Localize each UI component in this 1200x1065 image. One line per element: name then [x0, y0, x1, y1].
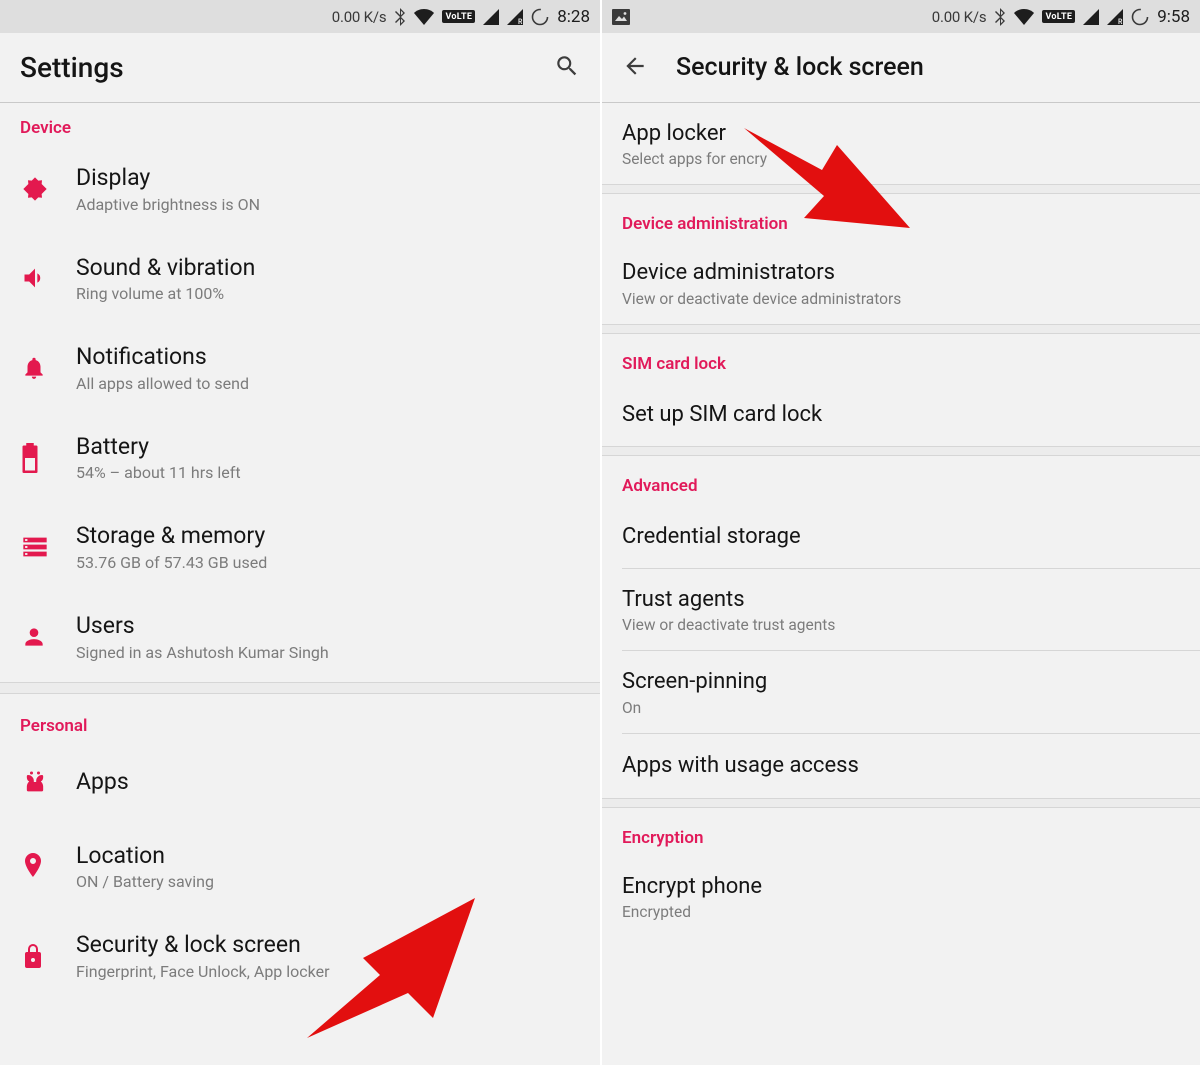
wifi-icon: [414, 9, 434, 25]
page-title: Security & lock screen: [676, 53, 924, 82]
network-speed: 0.00 K/s: [332, 8, 387, 26]
item-title: App locker: [622, 121, 1180, 147]
item-title: Security & lock screen: [76, 931, 582, 959]
section-header-advanced: Advanced: [602, 456, 1200, 504]
item-sub: Adaptive brightness is ON: [76, 195, 582, 214]
item-title: Trust agents: [622, 587, 1180, 613]
item-sub: View or deactivate device administrators: [622, 290, 1180, 308]
item-notifications[interactable]: Notifications All apps allowed to send: [0, 323, 600, 413]
sound-icon: [18, 264, 76, 292]
location-icon: [18, 851, 76, 881]
item-sub: ON / Battery saving: [76, 872, 582, 891]
item-sub: Encrypted: [622, 903, 1180, 921]
bluetooth-icon: [394, 8, 406, 26]
data-circle-icon: [531, 8, 549, 26]
section-header-admin: Device administration: [602, 194, 1200, 242]
section-header-encryption: Encryption: [602, 808, 1200, 856]
back-icon[interactable]: [622, 53, 648, 83]
item-title: Display: [76, 164, 582, 192]
phone-settings: 0.00 K/s VoLTE R 8:28 Settings Device Di…: [0, 0, 600, 1065]
item-trust-agents[interactable]: Trust agents View or deactivate trust ag…: [602, 569, 1200, 650]
wifi-icon: [1014, 9, 1034, 25]
data-circle-icon: [1131, 8, 1149, 26]
item-sub: All apps allowed to send: [76, 374, 582, 393]
item-app-locker[interactable]: App locker Select apps for encry: [602, 103, 1200, 184]
item-title: Notifications: [76, 343, 582, 371]
image-icon: [612, 9, 630, 25]
item-sub: 53.76 GB of 57.43 GB used: [76, 553, 582, 572]
item-security[interactable]: Security & lock screen Fingerprint, Face…: [0, 911, 600, 1001]
item-usage-access[interactable]: Apps with usage access: [602, 734, 1200, 798]
item-sound[interactable]: Sound & vibration Ring volume at 100%: [0, 234, 600, 324]
volte-badge: VoLTE: [442, 10, 475, 23]
security-header: Security & lock screen: [602, 33, 1200, 103]
clock: 9:58: [1157, 7, 1190, 27]
item-encrypt-phone[interactable]: Encrypt phone Encrypted: [602, 856, 1200, 937]
item-title: Storage & memory: [76, 522, 582, 550]
item-sub: Select apps for encry: [622, 150, 1180, 168]
storage-icon: [18, 534, 76, 560]
display-icon: [18, 175, 76, 203]
apps-icon: [18, 768, 76, 796]
lock-icon: [18, 942, 76, 970]
item-sub: Signed in as Ashutosh Kumar Singh: [76, 643, 582, 662]
item-title: Encrypt phone: [622, 874, 1180, 900]
screenshot-pair: 0.00 K/s VoLTE R 8:28 Settings Device Di…: [0, 0, 1200, 1065]
item-title: Users: [76, 612, 582, 640]
item-title: Sound & vibration: [76, 254, 582, 282]
item-sub: View or deactivate trust agents: [622, 616, 1180, 634]
volte-badge: VoLTE: [1042, 10, 1075, 23]
item-title: Screen-pinning: [622, 669, 1180, 695]
status-bar: 0.00 K/s VoLTE R 9:58: [602, 0, 1200, 33]
item-title: Location: [76, 842, 582, 870]
group-divider: [602, 324, 1200, 334]
item-battery[interactable]: Battery 54% – about 11 hrs left: [0, 413, 600, 503]
search-icon[interactable]: [554, 53, 580, 83]
phone-security: 0.00 K/s VoLTE R 9:58 Security & lock sc…: [600, 0, 1200, 1065]
item-apps[interactable]: Apps: [0, 742, 600, 822]
section-header-sim: SIM card lock: [602, 334, 1200, 382]
users-icon: [18, 624, 76, 650]
item-screen-pinning[interactable]: Screen-pinning On: [602, 651, 1200, 732]
item-sub: Fingerprint, Face Unlock, App locker: [76, 962, 582, 981]
signal-icon-1: [1083, 9, 1099, 25]
group-divider: [602, 184, 1200, 194]
section-header-device: Device: [0, 103, 600, 144]
notifications-icon: [18, 355, 76, 381]
group-divider: [0, 682, 600, 694]
item-title: Apps: [76, 768, 582, 796]
item-users[interactable]: Users Signed in as Ashutosh Kumar Singh: [0, 592, 600, 682]
item-sub: Ring volume at 100%: [76, 284, 582, 303]
bluetooth-icon: [994, 8, 1006, 26]
settings-list: Device Display Adaptive brightness is ON…: [0, 103, 600, 1065]
item-title: Credential storage: [622, 524, 1180, 550]
svg-text:R: R: [1118, 18, 1123, 25]
item-display[interactable]: Display Adaptive brightness is ON: [0, 144, 600, 234]
section-header-personal: Personal: [0, 694, 600, 742]
battery-icon: [18, 443, 76, 473]
group-divider: [602, 446, 1200, 456]
network-speed: 0.00 K/s: [932, 8, 987, 26]
security-list: App locker Select apps for encry Device …: [602, 103, 1200, 1065]
group-divider: [602, 798, 1200, 808]
item-title: Apps with usage access: [622, 753, 1180, 779]
item-credential[interactable]: Credential storage: [602, 504, 1200, 568]
item-sim-lock[interactable]: Set up SIM card lock: [602, 382, 1200, 446]
item-device-admin[interactable]: Device administrators View or deactivate…: [602, 242, 1200, 323]
settings-header: Settings: [0, 33, 600, 103]
signal-icon-2: R: [1107, 9, 1123, 25]
item-title: Device administrators: [622, 260, 1180, 286]
page-title: Settings: [20, 51, 124, 84]
clock: 8:28: [557, 7, 590, 27]
item-sub: 54% – about 11 hrs left: [76, 463, 582, 482]
item-location[interactable]: Location ON / Battery saving: [0, 822, 600, 912]
signal-icon-2: R: [507, 9, 523, 25]
item-title: Set up SIM card lock: [622, 402, 1180, 428]
status-bar: 0.00 K/s VoLTE R 8:28: [0, 0, 600, 33]
signal-icon-1: [483, 9, 499, 25]
svg-text:R: R: [518, 18, 523, 25]
item-title: Battery: [76, 433, 582, 461]
item-storage[interactable]: Storage & memory 53.76 GB of 57.43 GB us…: [0, 502, 600, 592]
item-sub: On: [622, 699, 1180, 717]
